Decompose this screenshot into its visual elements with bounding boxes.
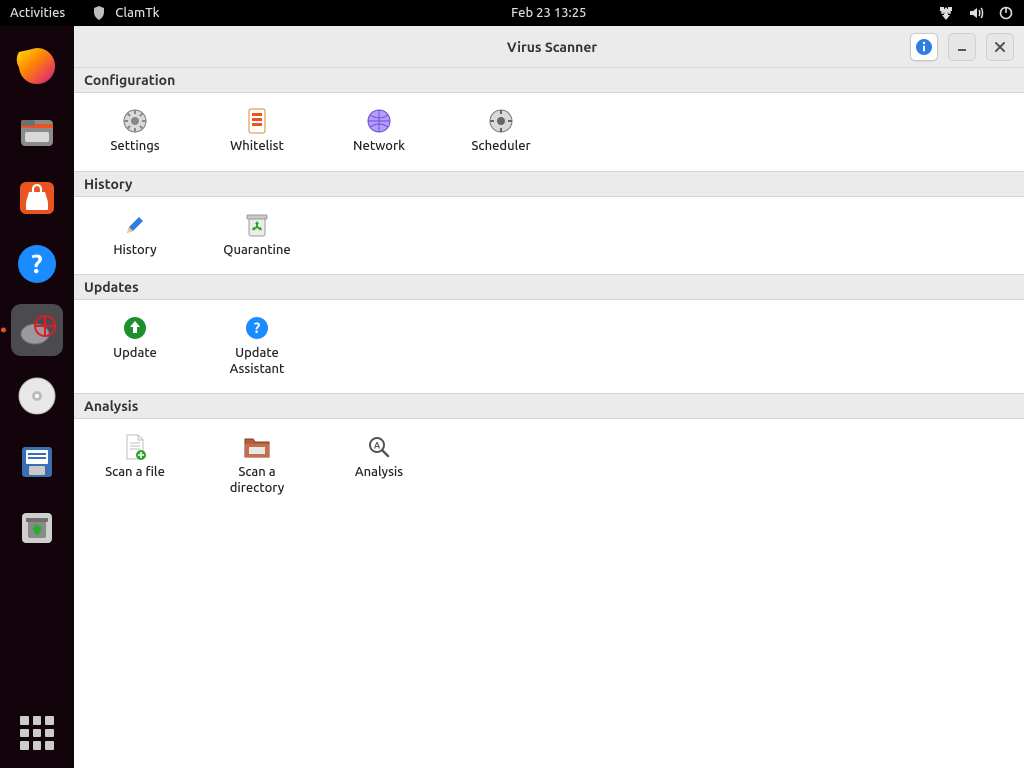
dock-firefox[interactable] — [11, 40, 63, 92]
section-heading-history: History — [74, 171, 1024, 197]
power-icon[interactable] — [998, 5, 1014, 21]
tile-label: Update Assistant — [230, 346, 285, 377]
tile-label: Update — [113, 346, 157, 362]
folder-icon — [243, 433, 271, 461]
clock[interactable]: Feb 23 13:25 — [511, 6, 586, 20]
tile-network[interactable]: Network — [318, 101, 440, 161]
tile-label: Scheduler — [471, 139, 530, 155]
section-heading-updates: Updates — [74, 274, 1024, 300]
section-analysis: Scan a file Scan a directory A Analysis — [74, 419, 1024, 512]
tile-whitelist[interactable]: Whitelist — [196, 101, 318, 161]
tile-quarantine[interactable]: Quarantine — [196, 205, 318, 265]
section-heading-analysis: Analysis — [74, 393, 1024, 419]
tile-scan-directory[interactable]: Scan a directory — [196, 427, 318, 502]
dock-save[interactable] — [11, 436, 63, 488]
tile-settings[interactable]: Settings — [74, 101, 196, 161]
magnifier-icon: A — [365, 433, 393, 461]
application-window: Virus Scanner Configuration — [74, 26, 1024, 768]
tile-analysis[interactable]: A Analysis — [318, 427, 440, 502]
show-apps-button[interactable] — [20, 716, 54, 750]
dock: ? — [0, 26, 74, 768]
tile-label: Quarantine — [223, 243, 290, 259]
window-content: Configuration Settings Whitelist — [74, 68, 1024, 768]
globe-icon — [365, 107, 393, 135]
scheduler-icon — [487, 107, 515, 135]
trash-recycle-icon — [243, 211, 271, 239]
activities-button[interactable]: Activities — [10, 6, 65, 20]
tile-update[interactable]: Update — [74, 308, 196, 383]
tile-scan-file[interactable]: Scan a file — [74, 427, 196, 502]
svg-text:?: ? — [31, 249, 42, 278]
section-history: History Quarantine — [74, 197, 1024, 275]
close-button[interactable] — [986, 33, 1014, 61]
svg-text:A: A — [374, 441, 381, 451]
tile-label: Scan a directory — [230, 465, 285, 496]
dock-clamtk[interactable] — [11, 304, 63, 356]
tile-label: History — [113, 243, 156, 259]
help-circle-icon: ? — [243, 314, 271, 342]
pencil-icon — [121, 211, 149, 239]
section-updates: Update ? Update Assistant — [74, 300, 1024, 393]
dock-disc[interactable] — [11, 370, 63, 422]
dock-trash[interactable] — [11, 502, 63, 554]
shield-icon — [91, 5, 107, 21]
svg-text:?: ? — [254, 319, 261, 336]
file-add-icon — [121, 433, 149, 461]
tile-label: Analysis — [355, 465, 403, 481]
section-configuration: Settings Whitelist Network — [74, 93, 1024, 171]
dock-help[interactable]: ? — [11, 238, 63, 290]
minimize-button[interactable] — [948, 33, 976, 61]
update-arrow-icon — [121, 314, 149, 342]
gear-icon — [121, 107, 149, 135]
active-app-name: ClamTk — [115, 6, 159, 20]
tile-label: Whitelist — [230, 139, 284, 155]
title-bar: Virus Scanner — [74, 26, 1024, 68]
tile-label: Network — [353, 139, 405, 155]
tile-history[interactable]: History — [74, 205, 196, 265]
volume-icon[interactable] — [968, 5, 984, 21]
whitelist-icon — [243, 107, 271, 135]
active-app-indicator[interactable]: ClamTk — [91, 5, 159, 21]
tile-label: Settings — [110, 139, 159, 155]
tile-scheduler[interactable]: Scheduler — [440, 101, 562, 161]
about-button[interactable] — [910, 33, 938, 61]
top-bar: Activities ClamTk Feb 23 13:25 — [0, 0, 1024, 26]
dock-software[interactable] — [11, 172, 63, 224]
tile-update-assistant[interactable]: ? Update Assistant — [196, 308, 318, 383]
window-title: Virus Scanner — [194, 39, 910, 55]
dock-files[interactable] — [11, 106, 63, 158]
section-heading-configuration: Configuration — [74, 68, 1024, 93]
network-icon[interactable] — [938, 5, 954, 21]
tile-label: Scan a file — [105, 465, 165, 481]
